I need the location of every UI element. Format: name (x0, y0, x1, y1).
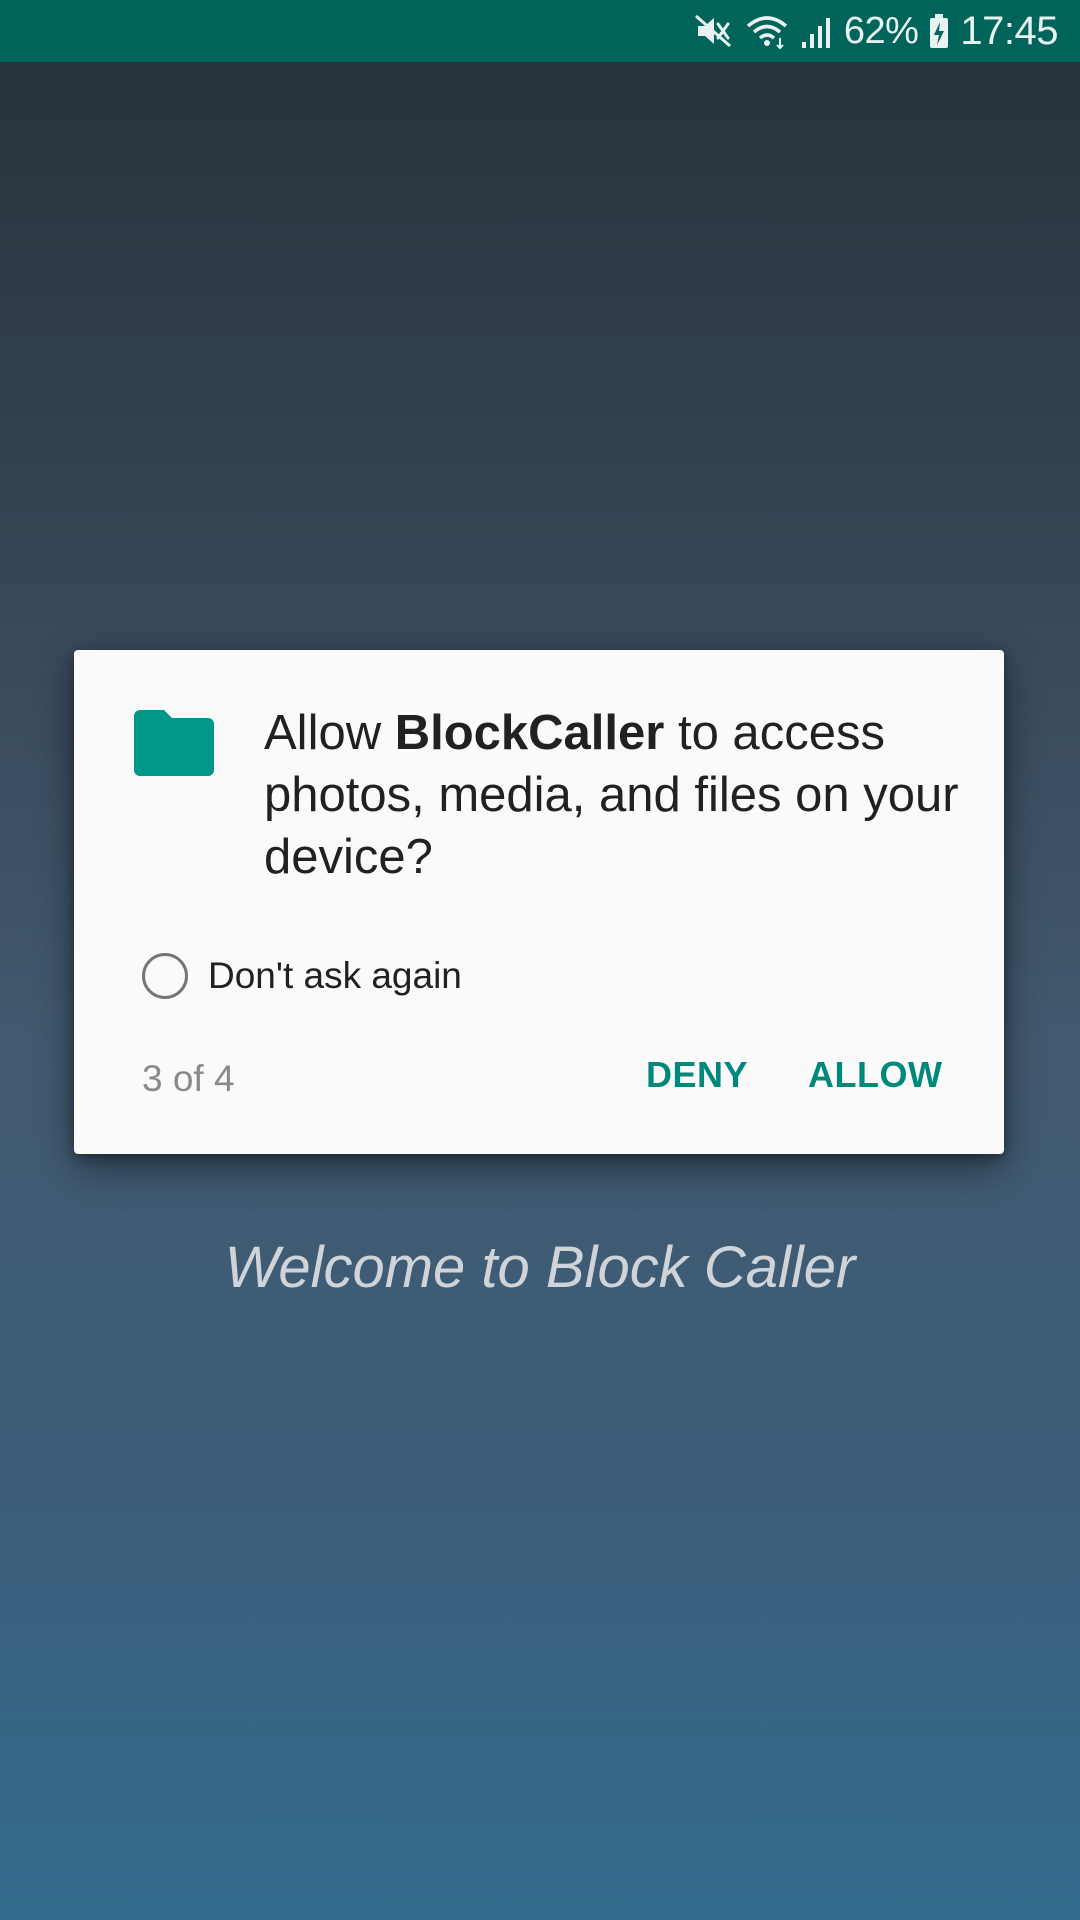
status-icons: 62% 17:45 (694, 0, 1058, 62)
status-bar: 62% 17:45 (0, 0, 1080, 62)
permission-dialog: Allow BlockCaller to access photos, medi… (74, 650, 1004, 1154)
permission-message: Allow BlockCaller to access photos, medi… (264, 702, 964, 888)
permission-counter: 3 of 4 (142, 1058, 235, 1099)
dont-ask-label: Don't ask again (208, 955, 462, 996)
mute-icon (694, 0, 734, 62)
folder-icon (134, 710, 214, 776)
signal-icon (800, 0, 834, 62)
battery-percent: 62% (843, 9, 919, 52)
app-name: BlockCaller (394, 706, 665, 760)
clock: 17:45 (960, 8, 1058, 53)
welcome-text: Welcome to Block Caller (224, 1235, 856, 1300)
deny-button[interactable]: DENY (646, 1054, 748, 1096)
wifi-icon (744, 0, 790, 62)
dont-ask-again-checkbox[interactable]: Don't ask again (142, 948, 462, 1004)
battery-charging-icon (928, 0, 950, 62)
dont-ask-radio[interactable] (142, 953, 188, 999)
message-prefix: Allow (264, 706, 395, 760)
allow-button[interactable]: ALLOW (808, 1054, 942, 1096)
